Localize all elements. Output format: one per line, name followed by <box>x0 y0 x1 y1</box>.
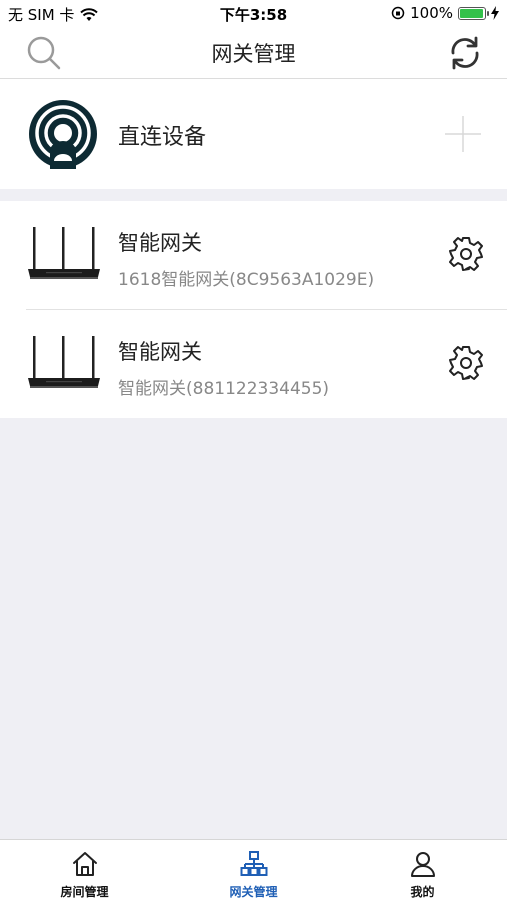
gear-icon[interactable] <box>447 235 485 273</box>
gateway-list: 智能网关 1618智能网关(8C9563A1029E) 智能网关 智能网关(88… <box>0 201 507 418</box>
battery-icon <box>458 6 489 20</box>
refresh-icon[interactable] <box>445 33 485 73</box>
wireless-broadcast-icon <box>29 100 97 169</box>
orientation-lock-icon <box>391 6 405 20</box>
status-bar: 无 SIM 卡 下午3:58 100% <box>0 0 507 28</box>
tab-mine[interactable]: 我的 <box>338 840 507 900</box>
tab-label: 网关管理 <box>229 885 278 899</box>
router-icon <box>28 227 100 279</box>
tab-gateway-management[interactable]: 网关管理 <box>169 840 338 900</box>
gateway-title: 智能网关 <box>118 231 202 255</box>
router-icon <box>28 336 100 388</box>
nav-bar: 网关管理 <box>0 28 507 79</box>
gear-icon[interactable] <box>447 344 485 382</box>
gateway-title: 智能网关 <box>118 340 202 364</box>
user-icon <box>410 852 435 877</box>
direct-device-row[interactable]: 直连设备 <box>0 79 507 189</box>
section-divider <box>0 189 507 201</box>
home-icon <box>72 852 97 876</box>
status-right: 100% <box>391 4 499 22</box>
gateway-subtitle: 智能网关(881122334455) <box>118 379 330 399</box>
tab-label: 房间管理 <box>60 885 109 899</box>
plus-icon[interactable] <box>443 114 483 154</box>
tab-label: 我的 <box>410 885 435 899</box>
gateway-row[interactable]: 智能网关 智能网关(881122334455) <box>26 309 507 418</box>
battery-percent: 100% <box>410 4 453 22</box>
charging-icon <box>491 6 499 20</box>
gateway-management-screen: 无 SIM 卡 下午3:58 100% 网关管理 直连设备 智能网关 1618智… <box>0 0 507 900</box>
gateway-subtitle: 1618智能网关(8C9563A1029E) <box>118 270 375 290</box>
gateway-row[interactable]: 智能网关 1618智能网关(8C9563A1029E) <box>0 201 507 309</box>
tab-room-management[interactable]: 房间管理 <box>0 840 169 900</box>
page-title: 网关管理 <box>211 42 296 66</box>
network-icon <box>240 851 267 876</box>
direct-device-label: 直连设备 <box>118 125 207 150</box>
tab-bar: 房间管理 网关管理 我的 <box>0 839 507 900</box>
